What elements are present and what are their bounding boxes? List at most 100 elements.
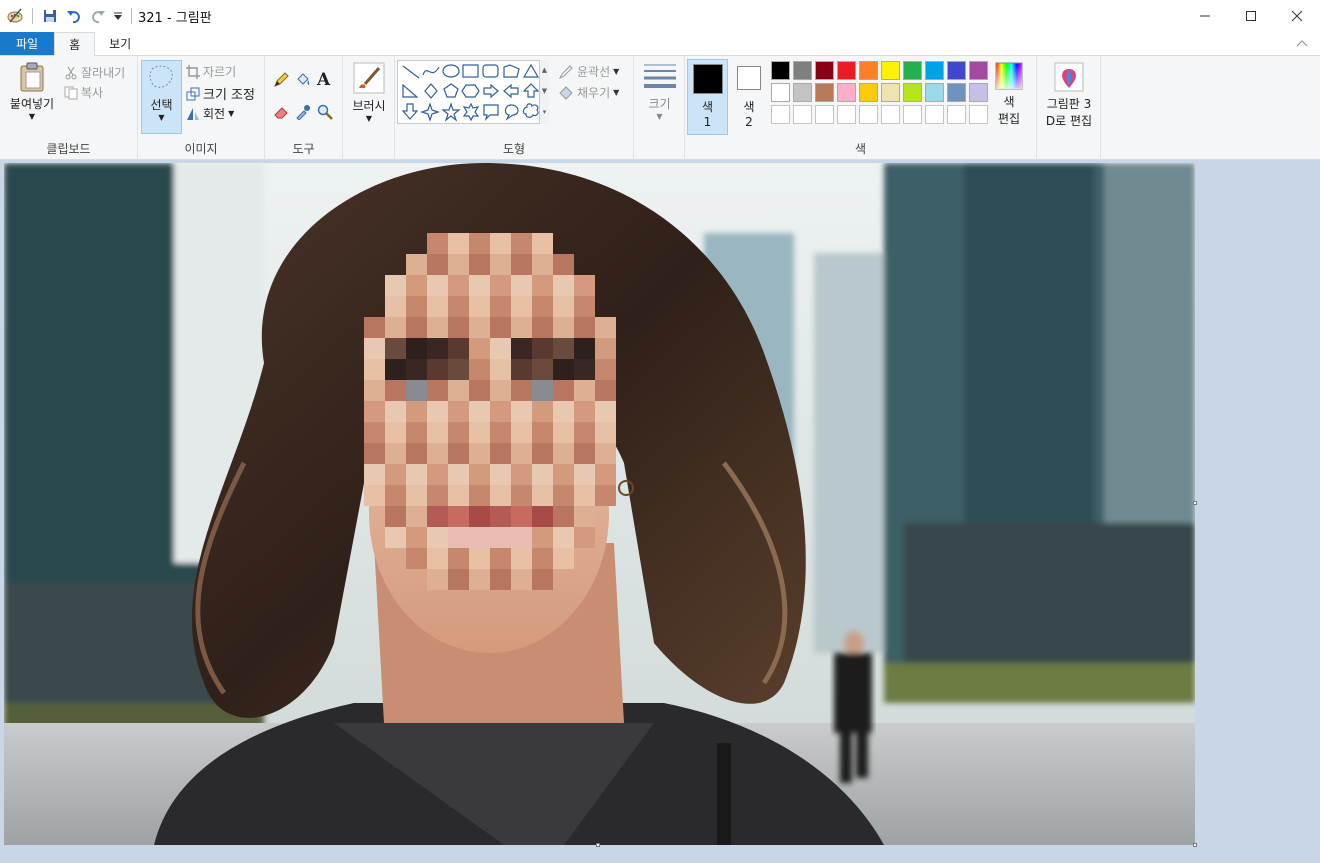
mosaic-pixel: [469, 233, 490, 254]
mosaic-pixel: [448, 464, 469, 485]
palette-color-swatch[interactable]: [771, 83, 790, 102]
paste-button[interactable]: 붙여넣기 ▼: [6, 62, 58, 121]
palette-color-swatch[interactable]: [969, 105, 988, 124]
close-button[interactable]: [1274, 0, 1320, 32]
palette-color-swatch[interactable]: [925, 61, 944, 80]
minimize-button[interactable]: [1182, 0, 1228, 32]
tab-home[interactable]: 홈: [54, 32, 96, 56]
color-picker-tool[interactable]: [295, 104, 311, 120]
mosaic-pixel: [427, 548, 448, 569]
size-button[interactable]: 크기 ▼: [638, 62, 681, 121]
mosaic-pixel: [406, 422, 427, 443]
palette-color-swatch[interactable]: [881, 83, 900, 102]
mosaic-pixel: [385, 401, 406, 422]
color2-button[interactable]: 색 2: [730, 59, 768, 135]
mosaic-pixel: [532, 548, 553, 569]
brushes-button[interactable]: 브러시 ▼: [347, 62, 391, 123]
select-button[interactable]: 선택 ▼: [141, 60, 182, 134]
text-tool[interactable]: A: [317, 70, 330, 90]
palette-color-swatch[interactable]: [837, 61, 856, 80]
palette-color-swatch[interactable]: [925, 83, 944, 102]
palette-color-swatch[interactable]: [815, 105, 834, 124]
cut-button[interactable]: 잘라내기: [64, 64, 125, 81]
mosaic-pixel: [595, 422, 616, 443]
mosaic-pixel: [448, 317, 469, 338]
palette-color-swatch[interactable]: [947, 83, 966, 102]
quick-access-toolbar: [0, 7, 134, 25]
palette-color-swatch[interactable]: [815, 61, 834, 80]
mosaic-pixel: [511, 422, 532, 443]
palette-color-swatch[interactable]: [969, 83, 988, 102]
pixelated-face: [364, 233, 616, 590]
shapes-scrollbar[interactable]: ▲ ▼ ▾: [539, 60, 549, 124]
mosaic-pixel: [448, 401, 469, 422]
fill-tool[interactable]: [295, 72, 311, 88]
mosaic-pixel: [553, 359, 574, 380]
palette-color-swatch[interactable]: [837, 83, 856, 102]
mosaic-pixel: [553, 380, 574, 401]
mosaic-pixel: [427, 443, 448, 464]
undo-icon[interactable]: [65, 7, 83, 25]
palette-color-swatch[interactable]: [903, 61, 922, 80]
mosaic-pixel: [427, 338, 448, 359]
palette-color-swatch[interactable]: [859, 105, 878, 124]
resize-handle-bottom[interactable]: [596, 843, 600, 847]
tab-file[interactable]: 파일: [0, 32, 55, 55]
palette-color-swatch[interactable]: [793, 83, 812, 102]
palette-color-swatch[interactable]: [903, 105, 922, 124]
pencil-tool[interactable]: [273, 72, 289, 88]
tab-view[interactable]: 보기: [95, 32, 145, 55]
palette-color-swatch[interactable]: [793, 105, 812, 124]
workspace[interactable]: [0, 160, 1320, 863]
crop-label: 자르기: [203, 65, 237, 79]
fill-button[interactable]: 채우기 ▼: [558, 84, 619, 101]
palette-color-swatch[interactable]: [881, 105, 900, 124]
save-icon[interactable]: [41, 7, 59, 25]
palette-color-swatch[interactable]: [859, 83, 878, 102]
mosaic-pixel: [385, 506, 406, 527]
palette-color-swatch[interactable]: [793, 61, 812, 80]
maximize-button[interactable]: [1228, 0, 1274, 32]
palette-color-swatch[interactable]: [771, 105, 790, 124]
rotate-button[interactable]: 회전 ▼: [186, 105, 234, 122]
select-label: 선택: [150, 98, 173, 112]
resize-handle-right[interactable]: [1193, 501, 1197, 505]
palette-color-swatch[interactable]: [903, 83, 922, 102]
palette-color-swatch[interactable]: [947, 105, 966, 124]
palette-color-swatch[interactable]: [771, 61, 790, 80]
magnifier-tool[interactable]: [317, 104, 333, 120]
copy-button[interactable]: 복사: [64, 84, 103, 101]
palette-color-swatch[interactable]: [859, 61, 878, 80]
collapse-ribbon-icon[interactable]: [1296, 36, 1308, 50]
rotate-icon: [187, 107, 199, 120]
drawing-canvas[interactable]: [4, 163, 1195, 845]
color2-swatch: [737, 66, 761, 90]
palette-color-swatch[interactable]: [881, 61, 900, 80]
color1-button[interactable]: 색 1: [687, 59, 728, 135]
crop-button[interactable]: 자르기: [186, 63, 236, 80]
mosaic-pixel: [448, 275, 469, 296]
outline-button[interactable]: 윤곽선 ▼: [558, 63, 619, 80]
paint-bucket-icon: [297, 73, 310, 85]
paint-app-icon[interactable]: [6, 7, 24, 25]
mosaic-pixel: [574, 464, 595, 485]
mosaic-pixel: [469, 359, 490, 380]
chevron-down-icon: ▼: [365, 114, 373, 123]
eraser-tool[interactable]: [273, 104, 289, 120]
mosaic-pixel: [574, 422, 595, 443]
redo-icon[interactable]: [89, 7, 107, 25]
resize-button[interactable]: 크기 조정: [186, 84, 255, 103]
mosaic-pixel: [427, 296, 448, 317]
edit-colors-button[interactable]: 색 편집: [991, 62, 1027, 127]
customize-qa-icon[interactable]: [113, 7, 123, 25]
resize-handle-corner[interactable]: [1193, 843, 1197, 847]
mosaic-pixel: [469, 317, 490, 338]
mosaic-pixel: [406, 359, 427, 380]
mosaic-pixel: [385, 485, 406, 506]
palette-color-swatch[interactable]: [815, 83, 834, 102]
palette-color-swatch[interactable]: [969, 61, 988, 80]
palette-color-swatch[interactable]: [947, 61, 966, 80]
edit-with-paint3d-button[interactable]: 그림판 3 D로 편집: [1039, 62, 1099, 129]
palette-color-swatch[interactable]: [837, 105, 856, 124]
palette-color-swatch[interactable]: [925, 105, 944, 124]
